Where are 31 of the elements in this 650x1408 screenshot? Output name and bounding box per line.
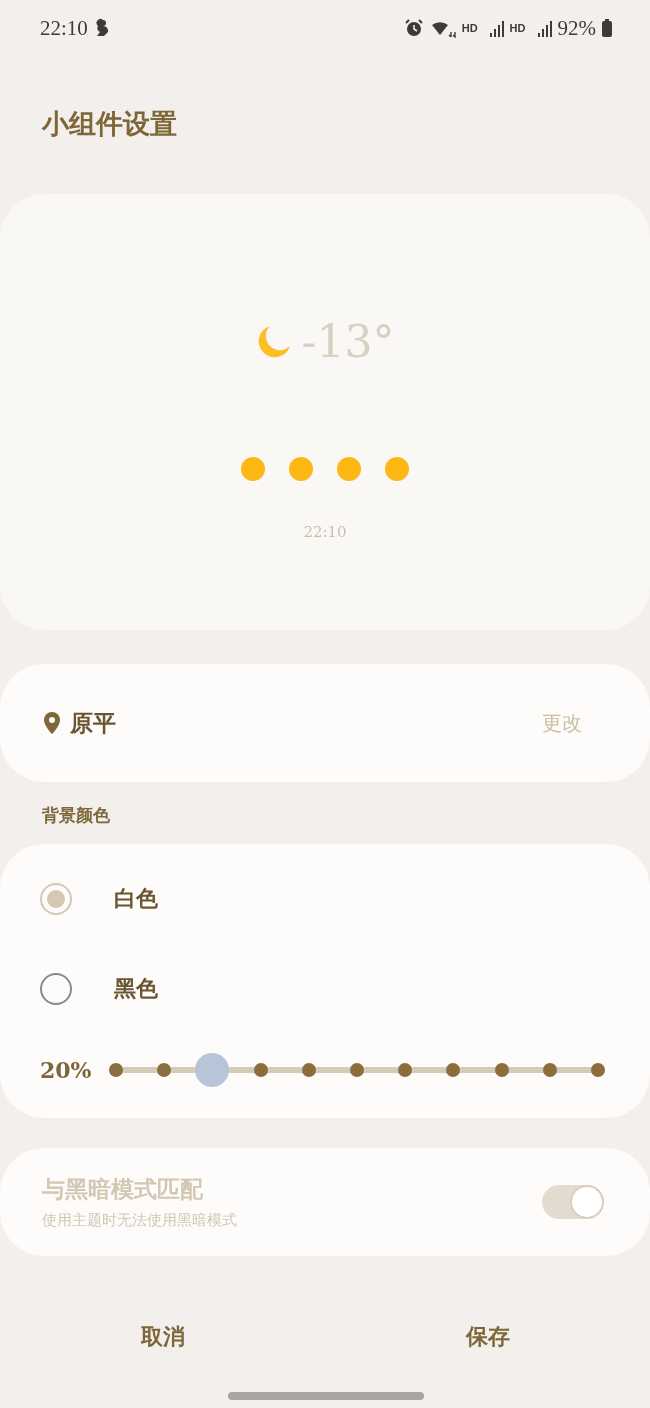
- slider-tick: [494, 1063, 509, 1077]
- slider-tick: [253, 1063, 268, 1077]
- battery-level: 92%: [557, 15, 596, 41]
- alarm-icon: [403, 18, 424, 38]
- location-pin-icon: [44, 712, 60, 734]
- slider-tick: [109, 1063, 123, 1077]
- action-button[interactable]: 保存: [325, 1304, 650, 1370]
- radio-button[interactable]: [40, 973, 72, 1005]
- setting-subtitle: 使用主题时无法使用黑暗模式: [42, 1211, 238, 1230]
- location-name: 原平: [70, 707, 116, 738]
- slider-tick: [542, 1063, 557, 1077]
- transparency-reading: 20%: [40, 1057, 93, 1083]
- status-time: 22:10: [40, 15, 88, 41]
- network-label: HD: [509, 22, 526, 34]
- network-label: HD: [461, 22, 478, 34]
- slider-tick: [301, 1063, 316, 1077]
- slider-tick: [591, 1063, 605, 1077]
- updated-time: 22:10: [303, 523, 347, 541]
- radio-button[interactable]: [40, 883, 72, 915]
- slider-thumb[interactable]: [195, 1053, 230, 1087]
- slider-tick: [350, 1063, 364, 1077]
- option-label: 白色: [114, 884, 158, 913]
- slider-tick: [157, 1063, 172, 1077]
- setting-title: 与黑暗模式匹配: [42, 1174, 204, 1204]
- slider-tick: [398, 1063, 413, 1077]
- page-title: 小组件设置: [40, 107, 178, 141]
- option-label: 黑色: [114, 974, 158, 1003]
- section-label: 背景颜色: [41, 804, 111, 827]
- action-button[interactable]: 取消: [0, 1304, 325, 1370]
- slider-tick: [446, 1063, 461, 1077]
- battery-icon: [602, 19, 612, 37]
